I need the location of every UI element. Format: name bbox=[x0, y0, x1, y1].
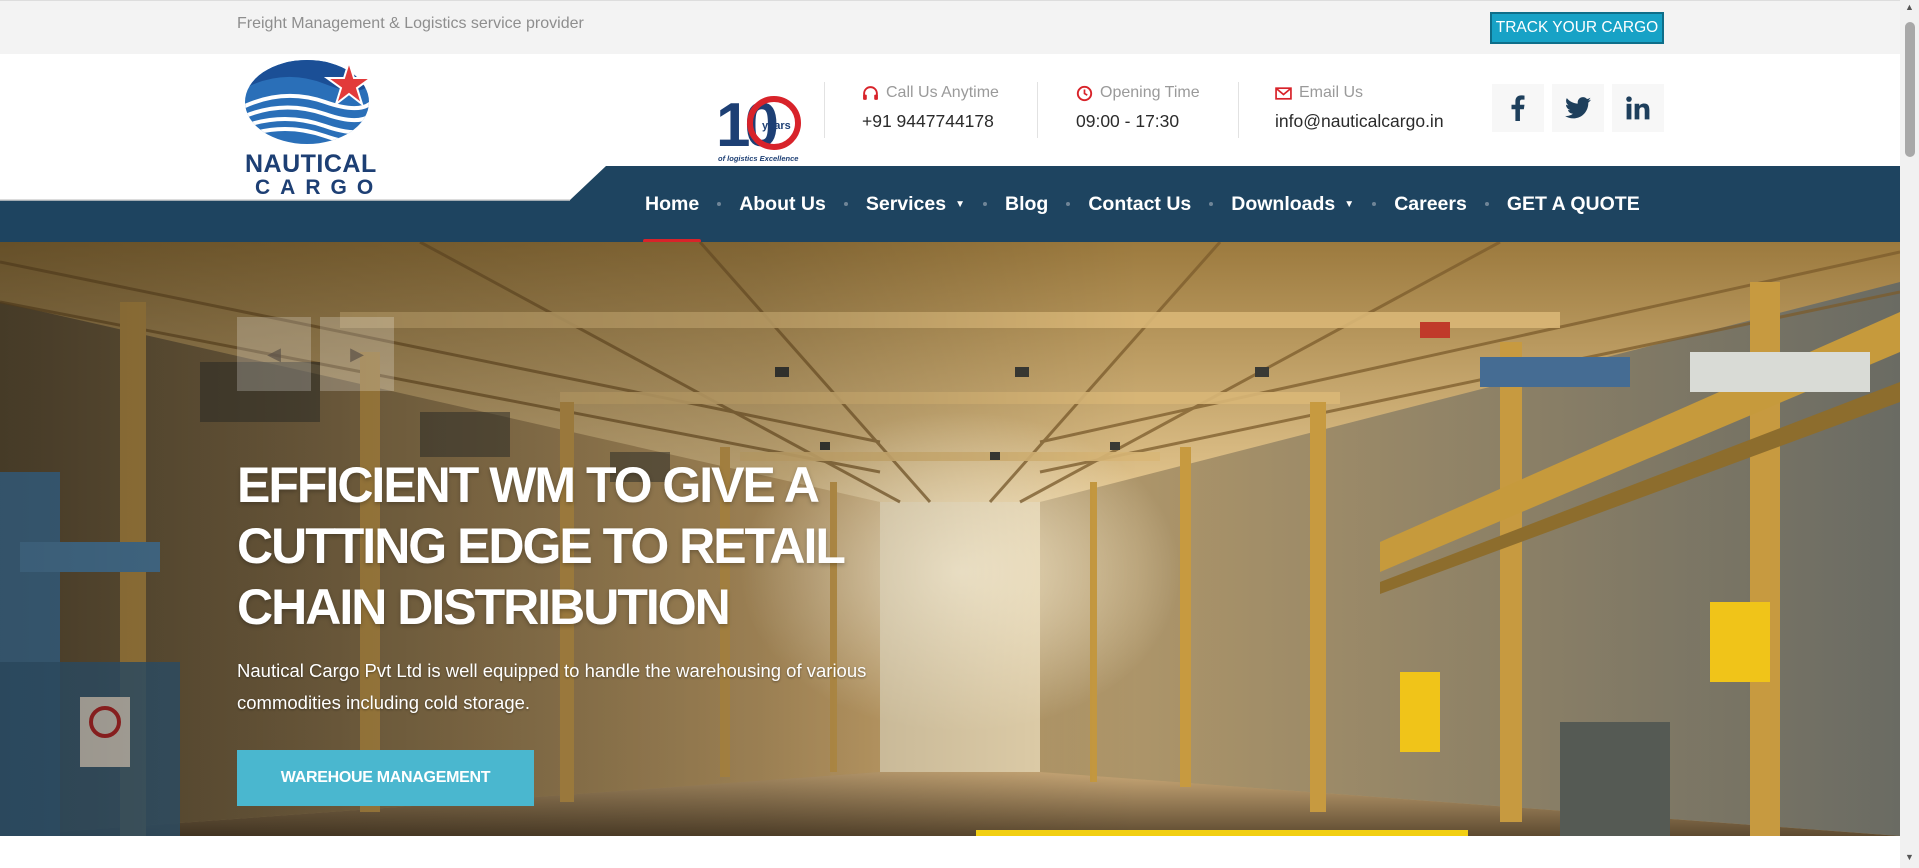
headset-icon bbox=[862, 85, 879, 102]
twitter-icon[interactable] bbox=[1552, 84, 1604, 132]
nav-item-home[interactable]: Home bbox=[642, 166, 702, 243]
nav-separator bbox=[1209, 202, 1214, 206]
facebook-icon[interactable] bbox=[1492, 84, 1544, 132]
contact-email-label: Email Us bbox=[1299, 84, 1364, 101]
nav-item-contact-us[interactable]: Contact Us bbox=[1088, 166, 1191, 242]
scroll-down-icon[interactable]: ▼ bbox=[1900, 852, 1919, 866]
clock-icon bbox=[1076, 85, 1093, 102]
hero-title-line: EFFICIENT WM TO GIVE A bbox=[237, 457, 820, 513]
nav-item-downloads[interactable]: Downloads ▼ bbox=[1231, 166, 1354, 242]
slider-next-button[interactable]: ▶ bbox=[320, 317, 394, 391]
nav-item-about-us[interactable]: About Us bbox=[739, 166, 826, 242]
contact-phone-value[interactable]: +91 9447744178 bbox=[862, 111, 999, 132]
hero-description: Nautical Cargo Pvt Ltd is well equipped … bbox=[237, 660, 867, 713]
logo-emblem-icon bbox=[245, 58, 375, 144]
scroll-thumb[interactable] bbox=[1905, 22, 1915, 157]
contact-hours: Opening Time 09:00 - 17:30 bbox=[1076, 84, 1200, 132]
logo-name-line2: CARGO bbox=[255, 176, 384, 199]
hero-title: EFFICIENT WM TO GIVE A CUTTING EDGE TO R… bbox=[237, 455, 897, 638]
nav-item-get-a-quote[interactable]: GET A QUOTE bbox=[1507, 166, 1640, 242]
track-cargo-button[interactable]: TRACK YOUR CARGO bbox=[1490, 12, 1664, 44]
contact-phone: Call Us Anytime +91 9447744178 bbox=[862, 84, 999, 132]
badge-caption: of logistics Excellence bbox=[718, 154, 798, 163]
ten-years-badge: 10 years of logistics Excellence bbox=[716, 88, 806, 164]
nav-separator bbox=[1066, 202, 1071, 206]
divider bbox=[1037, 82, 1038, 138]
nav-item-services[interactable]: Services ▼ bbox=[866, 166, 965, 242]
caret-down-icon: ▼ bbox=[955, 198, 965, 210]
scroll-up-icon[interactable]: ▲ bbox=[1900, 2, 1919, 16]
caret-left-icon: ◀ bbox=[267, 343, 281, 364]
contact-phone-label: Call Us Anytime bbox=[886, 84, 999, 101]
caret-right-icon: ▶ bbox=[350, 343, 364, 364]
warehouse-management-button[interactable]: WAREHOUE MANAGEMENT bbox=[237, 750, 534, 806]
hero-slider: ◀ ▶ EFFICIENT WM TO GIVE A CUTTING EDGE … bbox=[0, 242, 1900, 836]
contact-email-value[interactable]: info@nauticalcargo.in bbox=[1275, 111, 1444, 132]
nav-item-careers[interactable]: Careers bbox=[1394, 166, 1467, 242]
nav-separator bbox=[1372, 202, 1377, 206]
divider bbox=[1238, 82, 1239, 138]
hero-title-line: CHAIN DISTRIBUTION bbox=[237, 579, 731, 635]
nav-separator bbox=[1484, 202, 1489, 206]
badge-years: years bbox=[762, 120, 791, 132]
nav-menu: Home About Us Services ▼ Blog Contact Us … bbox=[642, 166, 1640, 243]
linkedin-icon[interactable] bbox=[1612, 84, 1664, 132]
logo[interactable]: NAUTICAL CARGO bbox=[245, 58, 384, 199]
caret-down-icon: ▼ bbox=[1344, 198, 1355, 210]
hero-title-line: CUTTING EDGE TO RETAIL bbox=[237, 518, 846, 574]
logo-name-line1: NAUTICAL bbox=[245, 150, 377, 178]
nav-separator bbox=[717, 202, 722, 206]
nav-separator bbox=[983, 202, 987, 206]
top-bar: Freight Management & Logistics service p… bbox=[0, 0, 1900, 54]
contact-hours-label: Opening Time bbox=[1100, 84, 1200, 101]
contact-hours-value: 09:00 - 17:30 bbox=[1076, 111, 1180, 131]
slider-prev-button[interactable]: ◀ bbox=[237, 317, 311, 391]
contact-email: Email Us info@nauticalcargo.in bbox=[1275, 84, 1444, 132]
divider bbox=[824, 82, 825, 138]
yellow-strip bbox=[976, 830, 1468, 836]
page-scrollbar[interactable]: ▲ ▼ bbox=[1900, 0, 1919, 868]
nav-separator bbox=[843, 202, 848, 206]
nav-item-blog[interactable]: Blog bbox=[1005, 166, 1048, 242]
tagline: Freight Management & Logistics service p… bbox=[237, 15, 584, 32]
envelope-icon bbox=[1275, 85, 1292, 102]
